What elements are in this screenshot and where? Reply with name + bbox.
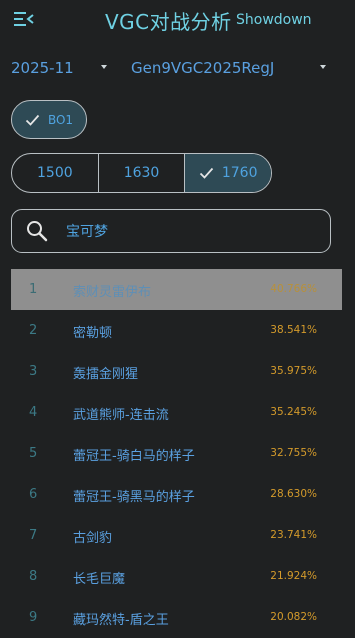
search-icon bbox=[27, 221, 48, 242]
search-placeholder: 宝可梦 bbox=[66, 224, 108, 240]
usage-percent: 28.630% bbox=[270, 488, 317, 500]
format-dropdown[interactable]: Gen9VGC2025RegJ bbox=[131, 56, 331, 80]
rating-option-1760[interactable]: 1760 bbox=[185, 154, 271, 192]
check-icon bbox=[199, 167, 214, 179]
list-item[interactable]: 4 武道熊师-连击流 35.245% bbox=[11, 392, 342, 433]
list-item[interactable]: 5 蕾冠王-骑白马的样子 32.755% bbox=[11, 433, 342, 474]
rating-segmented-control: 1500 1630 1760 bbox=[11, 153, 272, 193]
rank-number: 8 bbox=[29, 569, 38, 584]
usage-percent: 35.975% bbox=[270, 365, 317, 377]
bo1-filter-chip[interactable]: BO1 bbox=[11, 100, 87, 139]
dropdown-arrow-icon bbox=[320, 65, 326, 69]
rating-label: 1760 bbox=[221, 165, 258, 181]
usage-percent: 20.082% bbox=[270, 611, 317, 623]
usage-percent: 23.741% bbox=[270, 529, 317, 541]
pokemon-name: 索财灵雷伊布 bbox=[73, 285, 152, 300]
list-item[interactable]: 8 长毛巨魔 21.924% bbox=[11, 556, 342, 597]
pokemon-name: 蕾冠王-骑黑马的样子 bbox=[73, 490, 195, 505]
rank-number: 1 bbox=[29, 282, 38, 297]
format-value: Gen9VGC2025RegJ bbox=[131, 59, 275, 77]
search-input[interactable]: 宝可梦 bbox=[11, 209, 331, 253]
usage-percent: 38.541% bbox=[270, 324, 317, 336]
check-icon bbox=[25, 114, 40, 126]
rating-option-1630[interactable]: 1630 bbox=[99, 154, 186, 192]
list-item[interactable]: 2 密勒顿 38.541% bbox=[11, 310, 342, 351]
list-item[interactable]: 3 轰擂金刚猩 35.975% bbox=[11, 351, 342, 392]
usage-percent: 21.924% bbox=[270, 570, 317, 582]
month-dropdown[interactable]: 2025-11 bbox=[11, 56, 109, 80]
menu-collapse-icon[interactable] bbox=[14, 11, 36, 27]
list-item[interactable]: 6 蕾冠王-骑黑马的样子 28.630% bbox=[11, 474, 342, 515]
rating-option-1500[interactable]: 1500 bbox=[12, 154, 99, 192]
usage-percent: 40.766% bbox=[270, 283, 317, 295]
usage-percent: 32.755% bbox=[270, 447, 317, 459]
app-header: VGC对战分析 Showdown bbox=[0, 0, 355, 40]
rank-number: 3 bbox=[29, 364, 38, 379]
rank-number: 7 bbox=[29, 528, 38, 543]
pokemon-name: 轰擂金刚猩 bbox=[73, 367, 139, 382]
pokemon-name: 藏玛然特-盾之王 bbox=[73, 613, 169, 628]
rank-number: 9 bbox=[29, 610, 38, 625]
pokemon-name: 长毛巨魔 bbox=[73, 572, 126, 587]
month-value: 2025-11 bbox=[11, 59, 74, 77]
dropdown-arrow-icon bbox=[101, 65, 107, 69]
list-item[interactable]: 9 藏玛然特-盾之王 20.082% bbox=[11, 597, 342, 638]
rating-label: 1630 bbox=[123, 165, 160, 181]
rank-number: 6 bbox=[29, 487, 38, 502]
usage-list: 1 索财灵雷伊布 40.766% 2 密勒顿 38.541% 3 轰擂金刚猩 3… bbox=[11, 269, 342, 638]
pokemon-name: 蕾冠王-骑白马的样子 bbox=[73, 449, 195, 464]
rating-label: 1500 bbox=[37, 165, 73, 181]
list-item[interactable]: 1 索财灵雷伊布 40.766% bbox=[11, 269, 342, 310]
rank-number: 4 bbox=[29, 405, 38, 420]
rank-number: 5 bbox=[29, 446, 38, 461]
pokemon-name: 密勒顿 bbox=[73, 326, 113, 341]
usage-percent: 35.245% bbox=[270, 406, 317, 418]
page-subtitle: Showdown bbox=[236, 12, 312, 28]
page-title: VGC对战分析 bbox=[105, 10, 232, 34]
rank-number: 2 bbox=[29, 323, 38, 338]
pokemon-name: 武道熊师-连击流 bbox=[73, 408, 169, 423]
chip-label: BO1 bbox=[47, 112, 74, 127]
list-item[interactable]: 7 古剑豹 23.741% bbox=[11, 515, 342, 556]
pokemon-name: 古剑豹 bbox=[73, 531, 113, 546]
